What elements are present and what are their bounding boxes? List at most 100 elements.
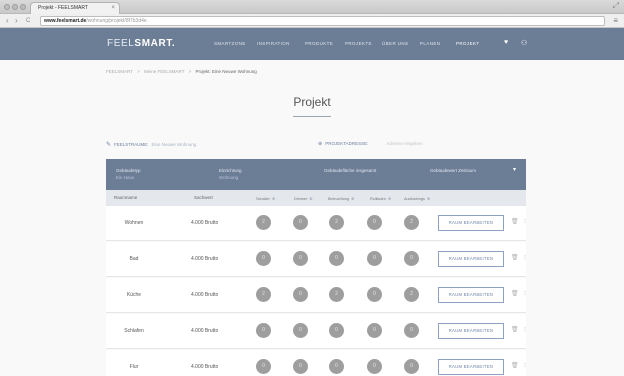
header-category-label: Beleuchtung xyxy=(328,197,350,201)
edit-room-button[interactable]: RAUM BEARBEITEN xyxy=(438,251,504,267)
count-circle[interactable]: 2 xyxy=(404,215,419,230)
trash-icon[interactable]: 🗑 xyxy=(511,218,519,225)
logo[interactable]: FEELSMART. xyxy=(107,38,175,49)
breadcrumb-my-feelsmart[interactable]: Meine FEELSMART xyxy=(144,69,184,74)
back-icon[interactable]: ‹ xyxy=(6,15,9,27)
browser-tab[interactable]: Projekt - FEELSMART × xyxy=(30,2,120,14)
zoom-window-button[interactable] xyxy=(20,4,26,10)
nav-inspiration[interactable]: INSPIRATION xyxy=(257,41,290,46)
forward-icon[interactable]: › xyxy=(15,15,18,27)
count-circle[interactable]: 0 xyxy=(293,215,308,230)
count-circle[interactable]: 2 xyxy=(329,215,344,230)
more-icon[interactable]: ⁝ xyxy=(524,218,526,225)
count-circle[interactable]: 0 xyxy=(367,251,382,266)
breadcrumb-home[interactable]: FEELSMART xyxy=(106,69,133,74)
edit-room-button[interactable]: RAUM BEARBEITEN xyxy=(438,215,504,231)
count-circle[interactable]: 0 xyxy=(329,323,344,338)
header-category[interactable]: Audiostrings ⊕ xyxy=(404,196,430,201)
add-icon: ⊕ xyxy=(351,197,355,201)
count-circle[interactable]: 0 xyxy=(293,251,308,266)
count-circle[interactable]: 2 xyxy=(329,287,344,302)
nav-produkte[interactable]: PRODUKTE xyxy=(305,41,333,46)
header-category-label: Rollladen xyxy=(370,197,386,201)
trash-icon[interactable]: 🗑 xyxy=(511,254,519,261)
edit-room-button[interactable]: RAUM BEARBEITEN xyxy=(438,323,504,339)
room-area: 4.000 Brutto xyxy=(191,220,219,226)
edit-room-button[interactable]: RAUM BEARBEITEN xyxy=(438,359,504,375)
summary-value: Ein Haus xyxy=(116,175,135,180)
room-area: 4.000 Brutto xyxy=(191,328,219,334)
count-circle[interactable]: 0 xyxy=(293,323,308,338)
nav-planen[interactable]: PLANEN xyxy=(420,41,440,46)
room-name: Bad xyxy=(129,256,139,262)
more-icon[interactable]: ⁝ xyxy=(524,254,526,261)
summary-label: Gebäudewert Zeitraum xyxy=(430,168,477,173)
count-circle[interactable]: 0 xyxy=(329,359,344,374)
url-host: www.feelsmart.de xyxy=(44,18,87,24)
project-address[interactable]: ⊕ PROJEKTADRESSE: Adresse eingeben xyxy=(318,141,423,147)
trash-icon[interactable]: 🗑 xyxy=(511,326,519,333)
url-path: /wohnung/projekt/8f7b3d4e xyxy=(86,18,147,24)
edit-room-button[interactable]: RAUM BEARBEITEN xyxy=(438,287,504,303)
close-window-button[interactable] xyxy=(4,4,10,10)
header-category[interactable]: Dimmer ⊕ xyxy=(294,196,312,201)
room-name: Wohnen xyxy=(124,220,144,226)
header-category[interactable]: Rollladen ⊕ xyxy=(370,196,391,201)
nav-projekte[interactable]: PROJEKTE xyxy=(345,41,372,46)
count-circle[interactable]: 0 xyxy=(404,359,419,374)
nav-ueber-uns[interactable]: ÜBER UNS xyxy=(382,41,408,46)
project-name[interactable]: ✎ FEELSTRAUME: Eine Neuwe Wohnung xyxy=(106,141,196,148)
count-circle[interactable]: 0 xyxy=(367,323,382,338)
count-circle[interactable]: 0 xyxy=(293,359,308,374)
breadcrumb: FEELSMART > Meine FEELSMART > Projekt: E… xyxy=(106,69,257,74)
project-name-label: FEELSTRAUME: xyxy=(114,142,149,147)
nav-smartzone[interactable]: SMARTZONE xyxy=(214,41,246,46)
project-address-label: PROJEKTADRESSE: xyxy=(325,141,369,146)
browser-menu-icon[interactable]: ≡ xyxy=(613,15,618,27)
user-icon[interactable]: ⚇ xyxy=(521,39,527,47)
reload-icon[interactable]: C xyxy=(26,15,30,27)
heart-icon[interactable]: ♥ xyxy=(504,39,508,46)
breadcrumb-current: Projekt: Eine Neuwe Wohnung xyxy=(195,69,257,74)
breadcrumb-separator: > xyxy=(137,69,140,74)
count-circle[interactable]: 0 xyxy=(256,251,271,266)
count-circle[interactable]: 2 xyxy=(256,215,271,230)
fullscreen-icon[interactable]: ⤢ xyxy=(613,1,619,11)
count-circle[interactable]: 2 xyxy=(256,287,271,302)
count-circle[interactable]: 0 xyxy=(404,323,419,338)
edit-icon: ✎ xyxy=(106,142,112,148)
count-circle[interactable]: 0 xyxy=(367,359,382,374)
more-icon[interactable]: ⁝ xyxy=(524,290,526,297)
table-header: Raumname Sachwert Schalter ⊕ Dimmer ⊕ Bele… xyxy=(106,190,526,206)
page-content: FEELSMART > Meine FEELSMART > Projekt: E… xyxy=(0,60,624,376)
address-bar[interactable]: www.feelsmart.de/wohnung/projekt/8f7b3d4… xyxy=(40,16,605,26)
count-circle[interactable]: 0 xyxy=(404,251,419,266)
count-circle[interactable]: 0 xyxy=(367,215,382,230)
table-row: Schlafen 4.000 Brutto 0 0 0 0 0 RAUM BEA… xyxy=(106,314,526,349)
trash-icon[interactable]: 🗑 xyxy=(511,362,519,369)
summary-total-area: Gebäudefläche insgesamt xyxy=(324,167,376,174)
count-circle[interactable]: 2 xyxy=(404,287,419,302)
header-category[interactable]: Schalter ⊕ xyxy=(256,196,275,201)
table-row: Bad 4.000 Brutto 0 0 0 0 0 RAUM BEARBEIT… xyxy=(106,242,526,277)
nav-projekt[interactable]: PROJEKT xyxy=(456,41,480,46)
count-circle[interactable]: 0 xyxy=(293,287,308,302)
table-row: Wohnen 4.000 Brutto 2 0 2 0 2 RAUM BEARB… xyxy=(106,206,526,241)
summary-label: Gebäudefläche insgesamt xyxy=(324,168,377,173)
minimize-window-button[interactable] xyxy=(12,4,18,10)
chevron-down-icon[interactable]: ▾ xyxy=(513,166,516,173)
trash-icon[interactable]: 🗑 xyxy=(511,290,519,297)
more-icon[interactable]: ⁝ xyxy=(524,362,526,369)
summary-building-type: Gebäudetyp Ein Haus xyxy=(116,167,141,181)
title-underline xyxy=(293,116,331,117)
more-icon[interactable]: ⁝ xyxy=(524,326,526,333)
count-circle[interactable]: 0 xyxy=(256,359,271,374)
header-category[interactable]: Beleuchtung ⊕ xyxy=(328,196,354,201)
header-category-label: Schalter xyxy=(256,197,270,201)
count-circle[interactable]: 0 xyxy=(367,287,382,302)
count-circle[interactable]: 0 xyxy=(256,323,271,338)
tab-close-icon[interactable]: × xyxy=(111,3,115,13)
count-circle[interactable]: 0 xyxy=(329,251,344,266)
summary-building-value: Gebäudewert Zeitraum xyxy=(430,167,476,174)
breadcrumb-separator: > xyxy=(188,69,192,74)
